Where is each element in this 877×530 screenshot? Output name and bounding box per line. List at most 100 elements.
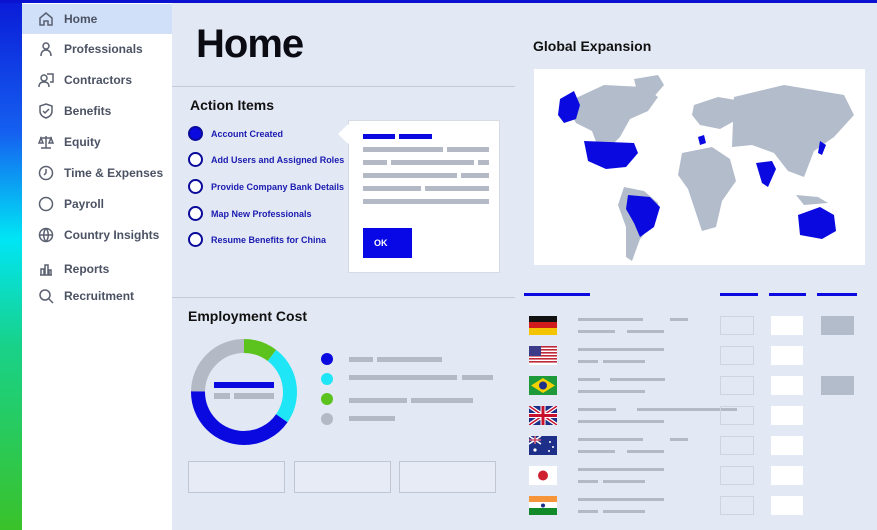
table-cell[interactable]	[771, 496, 803, 515]
shield-icon	[39, 103, 53, 119]
australia-highlight	[798, 207, 836, 239]
unchecked-circle-icon	[188, 206, 203, 221]
asia	[732, 85, 854, 177]
uk-highlight	[698, 135, 706, 145]
placeholder-text	[603, 360, 645, 363]
germany-flag	[529, 316, 557, 335]
indonesia	[796, 195, 828, 205]
sidebar-item-home[interactable]: Home	[22, 4, 172, 34]
column-header	[817, 293, 857, 296]
action-item-label: Provide Company Bank Details	[211, 181, 345, 192]
table-cell[interactable]	[771, 436, 803, 455]
sidebar-item-label: Equity	[64, 135, 101, 149]
action-item[interactable]: Provide Company Bank Details	[188, 179, 344, 194]
placeholder-text	[578, 510, 598, 513]
sidebar-item-country-insights[interactable]: Country Insights	[22, 220, 172, 250]
action-item[interactable]: Account Created	[188, 126, 283, 141]
sidebar-item-time-expenses[interactable]: Time & Expenses	[22, 158, 172, 188]
person-icon	[40, 42, 52, 57]
employment-cost-title: Employment Cost	[188, 308, 308, 324]
table-cell[interactable]	[720, 466, 754, 485]
placeholder-text	[578, 438, 643, 441]
summary-card[interactable]	[294, 461, 391, 493]
sidebar-item-reports[interactable]: Reports	[22, 254, 172, 284]
australia-flag	[529, 436, 557, 455]
brazil-flag	[529, 376, 557, 395]
table-cell[interactable]	[771, 376, 803, 395]
table-cell[interactable]	[821, 376, 854, 395]
india-highlight	[756, 161, 776, 187]
africa	[678, 147, 736, 231]
table-cell[interactable]	[720, 316, 754, 335]
gradient-strip	[0, 0, 22, 530]
sidebar-item-label: Time & Expenses	[64, 166, 164, 180]
uk-flag	[529, 406, 557, 425]
legend-dot-gray	[321, 413, 333, 425]
placeholder-text	[627, 330, 664, 333]
table-cell[interactable]	[771, 316, 803, 335]
sidebar-item-benefits[interactable]: Benefits	[22, 96, 172, 126]
divider	[172, 86, 515, 87]
ok-button[interactable]: OK	[363, 228, 412, 258]
action-items-title: Action Items	[190, 97, 275, 113]
sidebar-item-professionals[interactable]: Professionals	[22, 34, 172, 64]
sidebar: Home Professionals Contractors Benefits …	[22, 3, 172, 530]
sidebar-item-label: Recruitment	[64, 289, 135, 303]
table-cell[interactable]	[720, 376, 754, 395]
action-item[interactable]: Add Users and Assigned Roles	[188, 152, 344, 167]
action-item-label: Add Users and Assigned Roles	[211, 154, 345, 165]
placeholder-text	[578, 318, 643, 321]
table-cell[interactable]	[720, 436, 754, 455]
table-cell[interactable]	[771, 466, 803, 485]
sidebar-item-label: Professionals	[64, 42, 143, 56]
home-icon	[39, 12, 53, 26]
sidebar-item-contractors[interactable]: Contractors	[22, 65, 172, 95]
sidebar-item-payroll[interactable]: Payroll	[22, 189, 172, 219]
table-cell[interactable]	[720, 496, 754, 515]
placeholder-text	[670, 318, 688, 321]
clock-icon	[38, 165, 54, 181]
action-item[interactable]: Resume Benefits for China	[188, 232, 326, 247]
usa-flag	[529, 346, 557, 365]
divider	[172, 297, 515, 298]
placeholder-text	[670, 438, 688, 441]
sidebar-item-label: Payroll	[64, 197, 105, 211]
employment-cost-donut	[191, 339, 297, 445]
placeholder-text	[578, 468, 664, 471]
world-map[interactable]	[534, 69, 865, 265]
usa-highlight	[584, 141, 638, 169]
action-item-label: Account Created	[211, 128, 284, 139]
action-item-label: Map New Professionals	[211, 208, 312, 219]
table-cell[interactable]	[821, 316, 854, 335]
summary-card[interactable]	[399, 461, 496, 493]
column-header	[769, 293, 806, 296]
legend-dot-cyan	[321, 373, 333, 385]
action-popup: OK	[348, 120, 500, 273]
globe-icon	[38, 227, 54, 243]
page-title: Home	[196, 22, 304, 66]
placeholder-text	[610, 378, 665, 381]
india-flag	[529, 496, 557, 515]
table-cell[interactable]	[771, 346, 803, 365]
legend-dot-blue	[321, 353, 333, 365]
sidebar-item-equity[interactable]: Equity	[22, 127, 172, 157]
reports-icon	[40, 264, 52, 276]
table-cell[interactable]	[771, 406, 803, 425]
sidebar-item-label: Country Insights	[64, 228, 160, 242]
action-item[interactable]: Map New Professionals	[188, 206, 312, 221]
placeholder-text	[578, 420, 664, 423]
table-cell[interactable]	[720, 346, 754, 365]
sidebar-item-label: Home	[64, 12, 98, 26]
placeholder-text	[578, 480, 598, 483]
contractors-icon	[38, 73, 54, 88]
sidebar-item-label: Benefits	[64, 104, 112, 118]
summary-card[interactable]	[188, 461, 285, 493]
unchecked-circle-icon	[188, 179, 203, 194]
japan-flag	[529, 466, 557, 485]
unchecked-circle-icon	[188, 152, 203, 167]
table-cell[interactable]	[720, 406, 754, 425]
placeholder-text	[603, 480, 645, 483]
placeholder-text	[578, 498, 664, 501]
sidebar-item-recruitment[interactable]: Recruitment	[22, 281, 172, 311]
placeholder-text	[578, 330, 615, 333]
